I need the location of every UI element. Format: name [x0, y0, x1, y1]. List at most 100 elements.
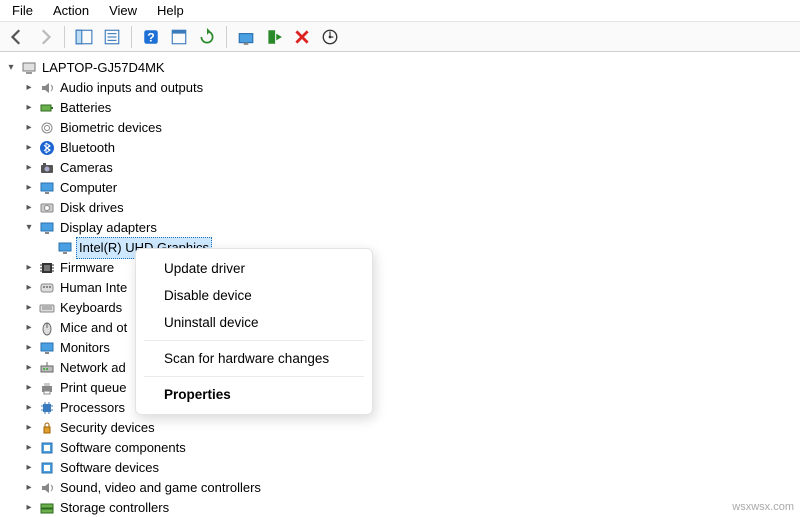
chevron-right-icon[interactable]: ▸ — [22, 501, 36, 515]
export-list-button[interactable] — [99, 25, 125, 49]
tree-node-label[interactable]: Software components — [60, 438, 186, 458]
chevron-right-icon[interactable]: ▸ — [22, 461, 36, 475]
context-menu-item[interactable]: Scan for hardware changes — [136, 345, 372, 372]
tree-node-disk-6[interactable]: ▸ Disk drives — [4, 198, 800, 218]
battery-icon — [38, 99, 56, 117]
tree-node-keyboard-10[interactable]: ▸ Keyboards — [4, 298, 800, 318]
show-hide-tree-button[interactable] — [71, 25, 97, 49]
chevron-right-icon[interactable]: ▸ — [22, 81, 36, 95]
context-menu-item[interactable]: Uninstall device — [136, 309, 372, 336]
chevron-right-icon[interactable]: ▸ — [22, 381, 36, 395]
tree-node-label[interactable]: Network ad — [60, 358, 126, 378]
tree-node-label[interactable]: Firmware — [60, 258, 114, 278]
chevron-right-icon[interactable]: ▸ — [22, 341, 36, 355]
delete-icon — [293, 28, 311, 46]
hid-icon — [38, 279, 56, 297]
tree-node-mouse-11[interactable]: ▸ Mice and ot — [4, 318, 800, 338]
chevron-right-icon[interactable]: ▸ — [22, 301, 36, 315]
tree-node-label[interactable]: Biometric devices — [60, 118, 162, 138]
tree-node-bluetooth-3[interactable]: ▸ Bluetooth — [4, 138, 800, 158]
tree-node-storage-20[interactable]: ▸ Storage controllers — [4, 498, 800, 517]
chevron-right-icon[interactable]: ▸ — [22, 261, 36, 275]
tree-node-label[interactable]: Bluetooth — [60, 138, 115, 158]
forward-button[interactable] — [32, 25, 58, 49]
tree-node-software-18[interactable]: ▸ Software devices — [4, 458, 800, 478]
tree-node-label[interactable]: Batteries — [60, 98, 111, 118]
tree-node-label[interactable]: Human Inte — [60, 278, 127, 298]
uninstall-device-button[interactable] — [261, 25, 287, 49]
context-menu-item[interactable]: Disable device — [136, 282, 372, 309]
menu-view[interactable]: View — [99, 1, 147, 20]
tree-node-label[interactable]: Software devices — [60, 458, 159, 478]
tree-leaf-monitor[interactable]: Intel(R) UHD Graphics — [4, 238, 800, 258]
chevron-right-icon[interactable]: ▸ — [22, 401, 36, 415]
tree-node-printer-14[interactable]: ▸ Print queue — [4, 378, 800, 398]
storage-icon — [38, 499, 56, 517]
menu-file[interactable]: File — [2, 1, 43, 20]
tree-node-label[interactable]: Processors — [60, 398, 125, 418]
tree-node-camera-4[interactable]: ▸ Cameras — [4, 158, 800, 178]
tree-node-label[interactable]: Keyboards — [60, 298, 122, 318]
software-icon — [38, 439, 56, 457]
tree-node-biometric-2[interactable]: ▸ Biometric devices — [4, 118, 800, 138]
scan-hardware-button[interactable] — [317, 25, 343, 49]
context-menu-item[interactable]: Update driver — [136, 255, 372, 282]
chevron-right-icon[interactable]: ▸ — [22, 121, 36, 135]
chevron-right-icon[interactable]: ▸ — [22, 441, 36, 455]
remove-button[interactable] — [289, 25, 315, 49]
tree-node-firmware-8[interactable]: ▸ Firmware — [4, 258, 800, 278]
chevron-right-icon[interactable]: ▸ — [22, 481, 36, 495]
forward-arrow-icon — [36, 28, 54, 46]
chevron-right-icon[interactable]: ▸ — [22, 201, 36, 215]
keyboard-icon — [38, 299, 56, 317]
menu-action[interactable]: Action — [43, 1, 99, 20]
tree-node-label[interactable]: Audio inputs and outputs — [60, 78, 203, 98]
tree-node-monitor-7[interactable]: ▾ Display adapters — [4, 218, 800, 238]
tree-node-cpu-15[interactable]: ▸ Processors — [4, 398, 800, 418]
chevron-down-icon[interactable]: ▾ — [4, 61, 18, 75]
menu-help[interactable]: Help — [147, 1, 194, 20]
back-button[interactable] — [4, 25, 30, 49]
tree-node-monitor-5[interactable]: ▸ Computer — [4, 178, 800, 198]
tree-node-audio-19[interactable]: ▸ Sound, video and game controllers — [4, 478, 800, 498]
tree-node-label[interactable]: Disk drives — [60, 198, 124, 218]
tree-root[interactable]: ▾ LAPTOP-GJ57D4MK — [4, 58, 800, 78]
tree-node-label[interactable]: Storage controllers — [60, 498, 169, 517]
tree-node-network-13[interactable]: ▸ Network ad — [4, 358, 800, 378]
context-menu-item[interactable]: Properties — [136, 381, 372, 408]
chevron-right-icon[interactable]: ▸ — [22, 141, 36, 155]
tree-node-battery-1[interactable]: ▸ Batteries — [4, 98, 800, 118]
refresh-button[interactable] — [194, 25, 220, 49]
back-arrow-icon — [8, 28, 26, 46]
tree-node-label[interactable]: Security devices — [60, 418, 155, 438]
tree-node-label[interactable]: Computer — [60, 178, 117, 198]
properties-button[interactable] — [166, 25, 192, 49]
monitor-icon — [38, 339, 56, 357]
tree-node-monitor-12[interactable]: ▸ Monitors — [4, 338, 800, 358]
tree-node-hid-9[interactable]: ▸ Human Inte — [4, 278, 800, 298]
chevron-right-icon[interactable]: ▸ — [22, 181, 36, 195]
audio-icon — [38, 79, 56, 97]
tree-node-label[interactable]: Mice and ot — [60, 318, 127, 338]
tree-node-label[interactable]: Monitors — [60, 338, 110, 358]
update-driver-button[interactable] — [233, 25, 259, 49]
bluetooth-icon — [38, 139, 56, 157]
chevron-right-icon[interactable]: ▸ — [22, 361, 36, 375]
tree-node-label[interactable]: Sound, video and game controllers — [60, 478, 261, 498]
show-hide-console-tree-icon — [75, 28, 93, 46]
tree-node-software-17[interactable]: ▸ Software components — [4, 438, 800, 458]
network-icon — [38, 359, 56, 377]
chevron-down-icon[interactable]: ▾ — [22, 221, 36, 235]
chevron-right-icon[interactable]: ▸ — [22, 321, 36, 335]
tree-node-label[interactable]: LAPTOP-GJ57D4MK — [42, 58, 165, 78]
tree-node-security-16[interactable]: ▸ Security devices — [4, 418, 800, 438]
tree-node-label[interactable]: Print queue — [60, 378, 127, 398]
chevron-right-icon[interactable]: ▸ — [22, 161, 36, 175]
tree-node-audio-0[interactable]: ▸ Audio inputs and outputs — [4, 78, 800, 98]
chevron-right-icon[interactable]: ▸ — [22, 421, 36, 435]
chevron-right-icon[interactable]: ▸ — [22, 101, 36, 115]
tree-node-label[interactable]: Cameras — [60, 158, 113, 178]
chevron-right-icon[interactable]: ▸ — [22, 281, 36, 295]
tree-node-label[interactable]: Display adapters — [60, 218, 157, 238]
help-button[interactable]: ? — [138, 25, 164, 49]
